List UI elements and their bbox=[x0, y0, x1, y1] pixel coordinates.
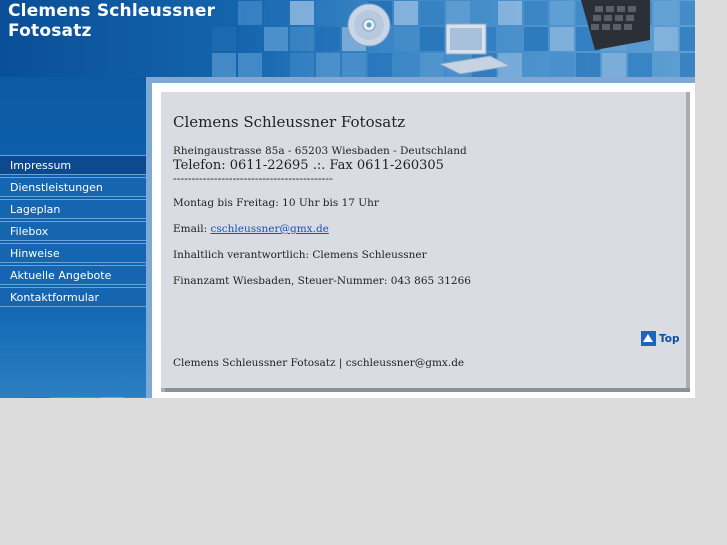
left-tile bbox=[25, 397, 49, 398]
nav-item-dienstleistungen[interactable]: Dienstleistungen bbox=[0, 177, 146, 197]
main-navigation: Impressum Dienstleistungen Lageplan File… bbox=[0, 155, 146, 309]
site-title: Clemens Schleussner Fotosatz bbox=[8, 1, 215, 41]
site-header: Clemens Schleussner Fotosatz bbox=[0, 0, 695, 77]
header-tile bbox=[602, 53, 626, 77]
nav-item-kontaktformular[interactable]: Kontaktformular bbox=[0, 287, 146, 307]
tax-number-text: Finanzamt Wiesbaden, Steuer-Nummer: 043 … bbox=[173, 275, 471, 287]
nav-item-hinweise[interactable]: Hinweise bbox=[0, 243, 146, 263]
header-tile bbox=[368, 53, 392, 77]
left-tile-pattern bbox=[0, 397, 146, 398]
header-tile bbox=[576, 53, 600, 77]
top-label: Top bbox=[659, 332, 680, 345]
responsible-text: Inhaltlich verantwortlich: Clemens Schle… bbox=[173, 249, 427, 261]
header-tile bbox=[394, 27, 418, 51]
header-tile bbox=[654, 1, 678, 25]
header-tile bbox=[212, 27, 236, 51]
email-label: Email: bbox=[173, 223, 211, 235]
phone-text: Telefon: 0611-22695 .:. Fax 0611-260305 bbox=[173, 158, 444, 173]
header-tile bbox=[524, 27, 548, 51]
header-tile bbox=[628, 53, 652, 77]
header-tile bbox=[238, 53, 262, 77]
opening-hours: Montag bis Freitag: 10 Uhr bis 17 Uhr bbox=[173, 197, 379, 209]
header-tile bbox=[290, 53, 314, 77]
left-tile bbox=[100, 397, 124, 398]
nav-item-lageplan[interactable]: Lageplan bbox=[0, 199, 146, 219]
left-tile bbox=[125, 397, 146, 398]
email-link[interactable]: cschleussner@gmx.de bbox=[210, 223, 328, 235]
header-tile bbox=[550, 53, 574, 77]
company-name: Clemens Schleussner Fotosatz bbox=[173, 113, 406, 131]
header-tile bbox=[680, 1, 695, 25]
left-tile bbox=[50, 397, 74, 398]
keyboard-icon bbox=[581, 0, 650, 50]
address-text: Rheingaustrasse 85a - 65203 Wiesbaden - … bbox=[173, 145, 467, 157]
nav-item-aktuelle-angebote[interactable]: Aktuelle Angebote bbox=[0, 265, 146, 285]
header-tile bbox=[264, 27, 288, 51]
header-tile bbox=[342, 53, 366, 77]
nav-item-impressum[interactable]: Impressum bbox=[0, 155, 146, 175]
header-tile bbox=[654, 27, 678, 51]
email-line: Email: cschleussner@gmx.de bbox=[173, 223, 663, 236]
footer-text: Clemens Schleussner Fotosatz | cschleuss… bbox=[173, 357, 465, 369]
text-divider: ----------------------------------------… bbox=[173, 172, 333, 185]
left-tile bbox=[75, 397, 99, 398]
top-arrow-icon bbox=[641, 331, 656, 346]
nav-item-filebox[interactable]: Filebox bbox=[0, 221, 146, 241]
header-tile bbox=[680, 27, 695, 51]
impressum-content: Clemens Schleussner Fotosatz Rheingaustr… bbox=[173, 113, 663, 301]
header-tile bbox=[550, 27, 574, 51]
header-tile bbox=[524, 1, 548, 25]
header-tile bbox=[680, 53, 695, 77]
site-title-line1: Clemens Schleussner bbox=[8, 1, 216, 21]
back-to-top-link[interactable]: Top bbox=[641, 331, 680, 346]
header-tile bbox=[316, 1, 340, 25]
header-tile bbox=[394, 1, 418, 25]
site-title-line2: Fotosatz bbox=[8, 21, 92, 41]
header-tile bbox=[264, 1, 288, 25]
header-tile bbox=[316, 27, 340, 51]
cd-icon bbox=[347, 3, 391, 47]
header-tile bbox=[238, 1, 262, 25]
monitor-icon bbox=[440, 23, 510, 74]
header-tile bbox=[550, 1, 574, 25]
header-tile bbox=[212, 53, 236, 77]
header-tile bbox=[290, 27, 314, 51]
header-tile bbox=[290, 1, 314, 25]
header-tile bbox=[316, 53, 340, 77]
